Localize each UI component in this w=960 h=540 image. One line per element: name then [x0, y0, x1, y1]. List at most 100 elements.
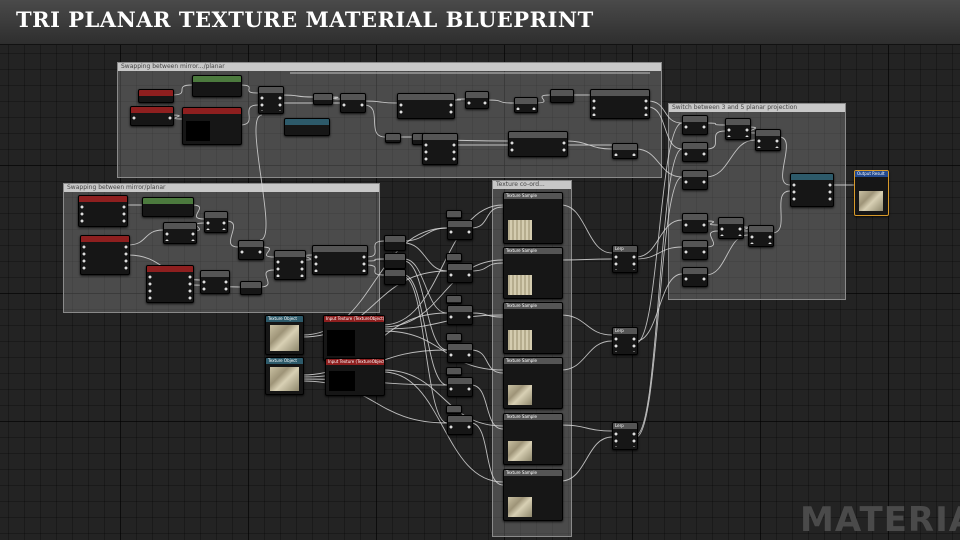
- lerp-node[interactable]: [612, 143, 638, 159]
- graph-node[interactable]: [313, 93, 333, 105]
- node-title: Input Texture (TextureObject): [324, 316, 384, 322]
- output-node[interactable]: Output Result: [854, 170, 889, 216]
- graph-node[interactable]: [192, 75, 242, 97]
- wire: [403, 242, 448, 272]
- graph-node[interactable]: [465, 91, 489, 109]
- texture-object-node[interactable]: Texture Object: [265, 357, 304, 395]
- graph-node[interactable]: [422, 133, 458, 165]
- graph-node[interactable]: [682, 267, 708, 287]
- graph-node[interactable]: [682, 213, 708, 233]
- graph-node[interactable]: [514, 97, 538, 113]
- graph-node[interactable]: [725, 118, 751, 140]
- graph-node[interactable]: [682, 240, 708, 260]
- graph-node[interactable]: [755, 129, 781, 151]
- graph-node[interactable]: [790, 173, 834, 207]
- graph-node[interactable]: [274, 250, 306, 280]
- watermark-text: MATERIAL: [800, 500, 960, 540]
- lerp-node[interactable]: Lerp: [612, 245, 638, 273]
- graph-node[interactable]: [204, 211, 228, 233]
- wire: [635, 148, 683, 178]
- texture-param-node[interactable]: Input Texture (TextureObject): [323, 315, 385, 361]
- wire: [486, 99, 515, 104]
- graph-node[interactable]: [385, 133, 401, 143]
- graph-node[interactable]: [384, 269, 406, 285]
- wire: [363, 100, 398, 104]
- node-title: Lerp: [613, 328, 637, 334]
- graph-node[interactable]: [682, 170, 708, 190]
- graph-node[interactable]: [142, 197, 194, 217]
- wire: [647, 106, 683, 150]
- texture-sample-node[interactable]: Texture Sample: [503, 192, 563, 244]
- wire: [635, 148, 683, 436]
- graph-node[interactable]: [163, 222, 197, 244]
- graph-node[interactable]: [446, 405, 462, 414]
- node-title: Input Texture (TextureObject): [326, 359, 384, 365]
- wire: [705, 122, 726, 126]
- graph-node[interactable]: [384, 253, 406, 269]
- texture-sample-node[interactable]: Texture Sample: [503, 302, 563, 354]
- graph-node[interactable]: [590, 89, 650, 119]
- graph-node[interactable]: [312, 245, 368, 275]
- wire: [635, 246, 683, 260]
- graph-node[interactable]: [284, 118, 330, 136]
- texture-sample-node[interactable]: Texture Sample: [503, 247, 563, 299]
- wire: [470, 384, 504, 430]
- graph-node[interactable]: [258, 86, 284, 114]
- graph-node[interactable]: [447, 415, 473, 435]
- graph-node[interactable]: [130, 106, 174, 126]
- graph-node[interactable]: [446, 295, 462, 304]
- lerp-node[interactable]: Lerp: [612, 327, 638, 355]
- graph-node[interactable]: [682, 115, 708, 135]
- graph-node[interactable]: [78, 195, 128, 227]
- lerp-node[interactable]: Lerp: [612, 422, 638, 450]
- graph-node[interactable]: [446, 210, 462, 219]
- graph-node[interactable]: [447, 377, 473, 397]
- wire: [560, 314, 613, 336]
- texture-sample-node[interactable]: Texture Sample: [503, 413, 563, 465]
- texture-param-node[interactable]: Input Texture (TextureObject): [325, 358, 385, 396]
- graph-node[interactable]: [340, 93, 366, 113]
- wire: [470, 262, 504, 272]
- wire: [382, 314, 504, 330]
- wire: [281, 94, 314, 98]
- graph-node[interactable]: [446, 253, 462, 262]
- graph-node[interactable]: [240, 281, 262, 295]
- graph-node[interactable]: [508, 131, 568, 157]
- graph-node[interactable]: [748, 225, 774, 247]
- wire: [171, 84, 193, 96]
- graph-node[interactable]: [397, 93, 455, 119]
- node-title: Output Result: [855, 171, 888, 177]
- graph-node[interactable]: [200, 270, 230, 294]
- graph-node[interactable]: [238, 240, 264, 260]
- graph-node[interactable]: [447, 220, 473, 240]
- graph-node[interactable]: [182, 107, 242, 145]
- node-title: Texture Sample: [504, 303, 562, 309]
- graph-node[interactable]: [446, 367, 462, 376]
- texture-sample-node[interactable]: Texture Sample: [503, 357, 563, 409]
- graph-node[interactable]: [682, 142, 708, 162]
- material-graph-canvas[interactable]: Swapping between mirror.../planar Swappi…: [0, 45, 960, 540]
- graph-node[interactable]: [138, 89, 174, 103]
- graph-node[interactable]: [146, 265, 194, 303]
- wire: [635, 219, 683, 258]
- wire: [127, 229, 164, 246]
- node-title: Lerp: [613, 423, 637, 429]
- graph-node[interactable]: [447, 343, 473, 363]
- wire: [535, 94, 551, 104]
- graph-node[interactable]: [446, 333, 462, 342]
- node-title: Texture Object: [266, 316, 303, 322]
- texture-object-node[interactable]: Texture Object: [265, 315, 304, 355]
- graph-node[interactable]: [718, 217, 744, 239]
- graph-node[interactable]: [550, 89, 574, 103]
- wire: [560, 424, 613, 432]
- wire: [365, 264, 385, 276]
- wire: [382, 330, 504, 371]
- wire: [705, 234, 749, 276]
- wire: [705, 139, 756, 178]
- graph-node[interactable]: [384, 235, 406, 251]
- graph-node[interactable]: [80, 235, 130, 275]
- texture-sample-node[interactable]: Texture Sample: [503, 469, 563, 521]
- graph-node[interactable]: [447, 263, 473, 283]
- node-title: Texture Sample: [504, 193, 562, 199]
- graph-node[interactable]: [447, 305, 473, 325]
